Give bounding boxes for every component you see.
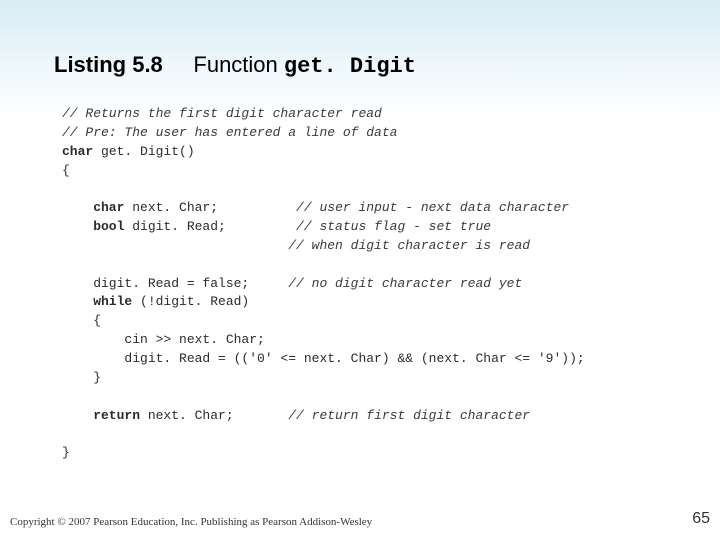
code-close-brace: } bbox=[62, 445, 70, 460]
title-function-name: get. Digit bbox=[284, 54, 416, 79]
code-decl1-kw: char bbox=[62, 200, 124, 215]
code-while-rest: (!digit. Read) bbox=[132, 294, 249, 309]
code-init: digit. Read = false; bbox=[62, 276, 249, 291]
slide-title: Listing 5.8 Function get. Digit bbox=[54, 52, 416, 79]
code-decl2-rest: digit. Read; bbox=[124, 219, 225, 234]
page-number: 65 bbox=[692, 510, 710, 528]
title-spacer1 bbox=[169, 52, 187, 77]
code-close-brace-2: } bbox=[62, 370, 101, 385]
code-init-cm: // no digit character read yet bbox=[249, 276, 522, 291]
code-decl1-cm: // user input - next data character bbox=[218, 200, 569, 215]
code-comment-2: // Pre: The user has entered a line of d… bbox=[62, 125, 397, 140]
code-ret-rest: next. Char; bbox=[140, 408, 234, 423]
code-comment-1: // Returns the first digit character rea… bbox=[62, 106, 382, 121]
slide: Listing 5.8 Function get. Digit // Retur… bbox=[0, 0, 720, 540]
code-body-2: digit. Read = (('0' <= next. Char) && (n… bbox=[62, 351, 585, 366]
code-ret-kw: return bbox=[62, 408, 140, 423]
code-decl2-cm: // status flag - set true bbox=[226, 219, 491, 234]
code-while-kw: while bbox=[62, 294, 132, 309]
listing-number: Listing 5.8 bbox=[54, 52, 163, 77]
copyright-text: Copyright © 2007 Pearson Education, Inc.… bbox=[10, 516, 372, 528]
title-function-word: Function bbox=[193, 52, 277, 77]
code-decl3-cm: // when digit character is read bbox=[62, 238, 530, 253]
code-ret-cm: // return first digit character bbox=[234, 408, 530, 423]
code-sig-rest: get. Digit() bbox=[93, 144, 194, 159]
code-listing: // Returns the first digit character rea… bbox=[62, 105, 680, 463]
code-sig-kw: char bbox=[62, 144, 93, 159]
code-decl2-kw: bool bbox=[62, 219, 124, 234]
code-decl1-rest: next. Char; bbox=[124, 200, 218, 215]
code-open-brace: { bbox=[62, 163, 70, 178]
slide-footer: Copyright © 2007 Pearson Education, Inc.… bbox=[10, 510, 710, 528]
code-body-1: cin >> next. Char; bbox=[62, 332, 265, 347]
code-open-brace-2: { bbox=[62, 313, 101, 328]
